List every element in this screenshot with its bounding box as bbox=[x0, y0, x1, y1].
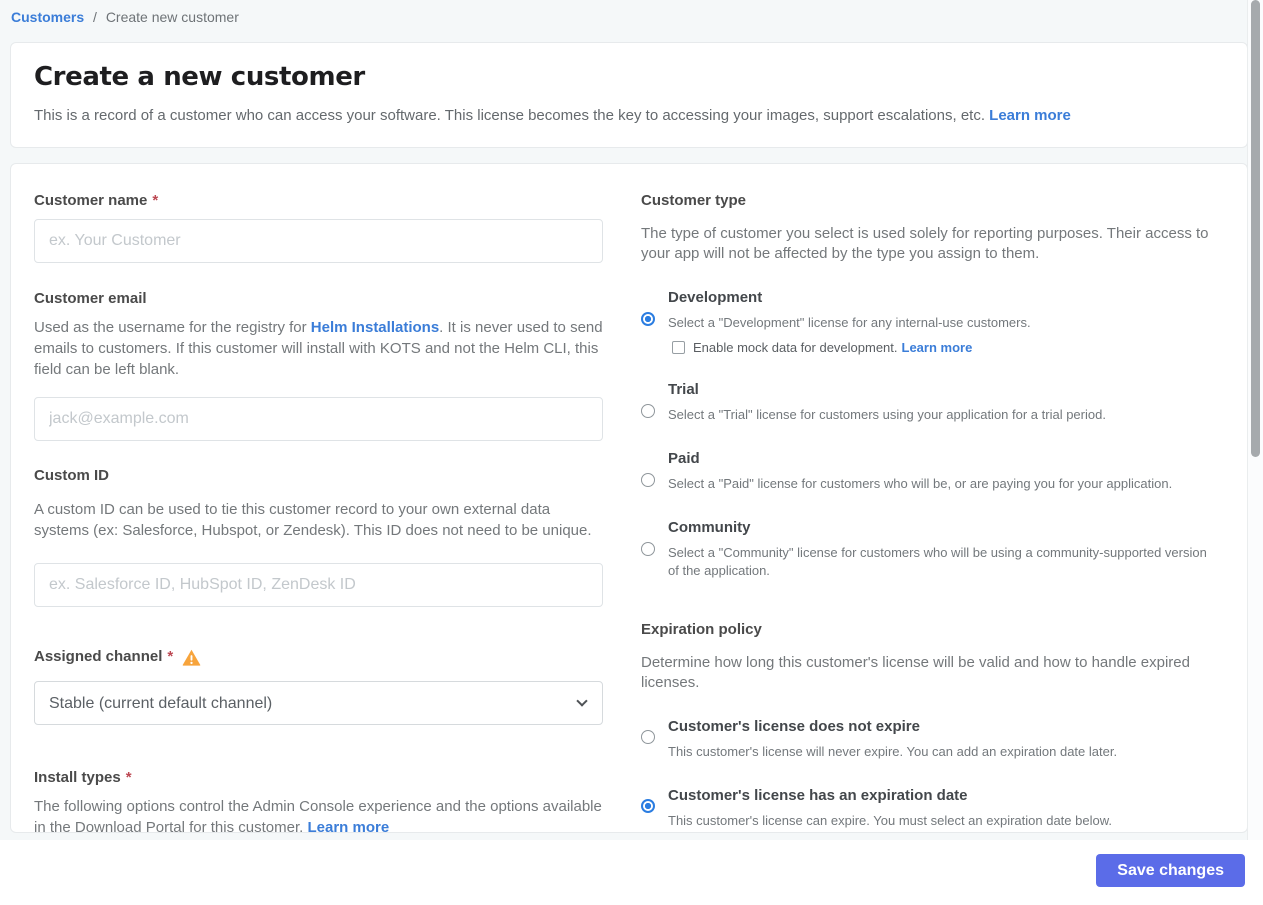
breadcrumb-link-customers[interactable]: Customers bbox=[11, 9, 84, 25]
customer-email-help: Used as the username for the registry fo… bbox=[34, 319, 603, 378]
breadcrumb-current: Create new customer bbox=[105, 9, 239, 25]
page-header-card: Create a new customer This is a record o… bbox=[10, 42, 1248, 148]
customer-type-option-trial: Trial Select a "Trial" license for custo… bbox=[641, 380, 1217, 424]
page-description-text: This is a record of a customer who can a… bbox=[34, 107, 985, 124]
customer-email-input[interactable] bbox=[34, 397, 603, 441]
save-changes-button[interactable]: Save changes bbox=[1096, 854, 1245, 887]
customer-type-option-development: Development Select a "Development" licen… bbox=[641, 288, 1217, 355]
assigned-channel-field-group: Assigned channel * Stable (current defaul… bbox=[34, 647, 603, 725]
has-expiration-date-description: This customer's license can expire. You … bbox=[668, 813, 1112, 828]
does-not-expire-title[interactable]: Customer's license does not expire bbox=[668, 717, 1217, 737]
customer-type-description: The type of customer you select is used … bbox=[641, 225, 1209, 262]
install-types-label: Install types * bbox=[34, 769, 132, 786]
license-has-expiration-date-radio[interactable] bbox=[641, 799, 655, 813]
mock-data-checkbox[interactable] bbox=[672, 341, 685, 354]
scrollbar-thumb[interactable] bbox=[1251, 0, 1260, 457]
community-radio[interactable] bbox=[641, 542, 655, 556]
expiration-option-has-expiration-date: Customer's license has an expiration dat… bbox=[641, 786, 1217, 830]
trial-radio[interactable] bbox=[641, 404, 655, 418]
custom-id-field-group: Custom ID A custom ID can be used to tie… bbox=[34, 466, 603, 607]
customer-name-field-group: Customer name * bbox=[34, 191, 603, 263]
customer-type-section: Customer type The type of customer you s… bbox=[641, 191, 1217, 580]
form-right-column: Customer type The type of customer you s… bbox=[641, 191, 1217, 832]
assigned-channel-label: Assigned channel * bbox=[34, 647, 603, 667]
customer-type-heading: Customer type bbox=[641, 192, 747, 209]
license-does-not-expire-radio[interactable] bbox=[641, 730, 655, 744]
paid-description: Select a "Paid" license for customers wh… bbox=[668, 476, 1173, 491]
assigned-channel-select[interactable]: Stable (current default channel) bbox=[34, 681, 603, 725]
customer-name-label: Customer name * bbox=[34, 192, 159, 209]
breadcrumb: Customers / Create new customer bbox=[0, 0, 1263, 25]
page-description: This is a record of a customer who can a… bbox=[34, 106, 1224, 126]
mock-data-row: Enable mock data for development. Learn … bbox=[672, 340, 1217, 355]
expiration-policy-heading: Expiration policy bbox=[641, 621, 762, 638]
paid-title[interactable]: Paid bbox=[668, 449, 1217, 469]
expiration-policy-section: Expiration policy Determine how long thi… bbox=[641, 620, 1217, 830]
install-types-learn-more-link[interactable]: Learn more bbox=[307, 819, 389, 832]
footer-bar: Save changes bbox=[0, 840, 1263, 905]
install-types-help: The following options control the Admin … bbox=[34, 796, 603, 832]
custom-id-input[interactable] bbox=[34, 563, 603, 607]
does-not-expire-description: This customer's license will never expir… bbox=[668, 744, 1118, 759]
header-learn-more-link[interactable]: Learn more bbox=[989, 107, 1071, 124]
development-description: Select a "Development" license for any i… bbox=[668, 315, 1031, 330]
breadcrumb-separator: / bbox=[93, 9, 97, 25]
customer-name-input[interactable] bbox=[34, 219, 603, 263]
required-asterisk: * bbox=[152, 192, 159, 209]
customer-email-label: Customer email bbox=[34, 290, 147, 307]
development-radio[interactable] bbox=[641, 312, 655, 326]
development-title[interactable]: Development bbox=[668, 288, 1217, 308]
community-title[interactable]: Community bbox=[668, 518, 1217, 538]
trial-title[interactable]: Trial bbox=[668, 380, 1217, 400]
customer-type-option-paid: Paid Select a "Paid" license for custome… bbox=[641, 449, 1217, 493]
custom-id-help: A custom ID can be used to tie this cust… bbox=[34, 501, 592, 539]
trial-description: Select a "Trial" license for customers u… bbox=[668, 407, 1106, 422]
mock-data-learn-more-link[interactable]: Learn more bbox=[902, 340, 973, 355]
customer-form-card: Customer name* Customer email Used as th… bbox=[10, 163, 1248, 833]
scrollbar-track[interactable] bbox=[1247, 0, 1263, 840]
has-expiration-date-title[interactable]: Customer's license has an expiration dat… bbox=[668, 786, 1217, 806]
paid-radio[interactable] bbox=[641, 473, 655, 487]
form-left-column: Customer name* Customer email Used as th… bbox=[34, 191, 603, 832]
customer-email-field-group: Customer email Used as the username for … bbox=[34, 289, 603, 441]
helm-installations-link[interactable]: Helm Installations bbox=[311, 319, 439, 336]
assigned-channel-select-wrap: Stable (current default channel) bbox=[34, 681, 603, 725]
expiration-policy-description: Determine how long this customer's licen… bbox=[641, 654, 1190, 691]
custom-id-label: Custom ID bbox=[34, 467, 109, 484]
community-description: Select a "Community" license for custome… bbox=[668, 545, 1207, 578]
page-title: Create a new customer bbox=[34, 62, 365, 92]
customer-type-option-community: Community Select a "Community" license f… bbox=[641, 518, 1217, 580]
warning-icon bbox=[182, 649, 201, 666]
expiration-option-does-not-expire: Customer's license does not expire This … bbox=[641, 717, 1217, 761]
mock-data-label: Enable mock data for development. bbox=[693, 340, 898, 355]
install-types-field-group: Install types * The following options con… bbox=[34, 768, 603, 832]
